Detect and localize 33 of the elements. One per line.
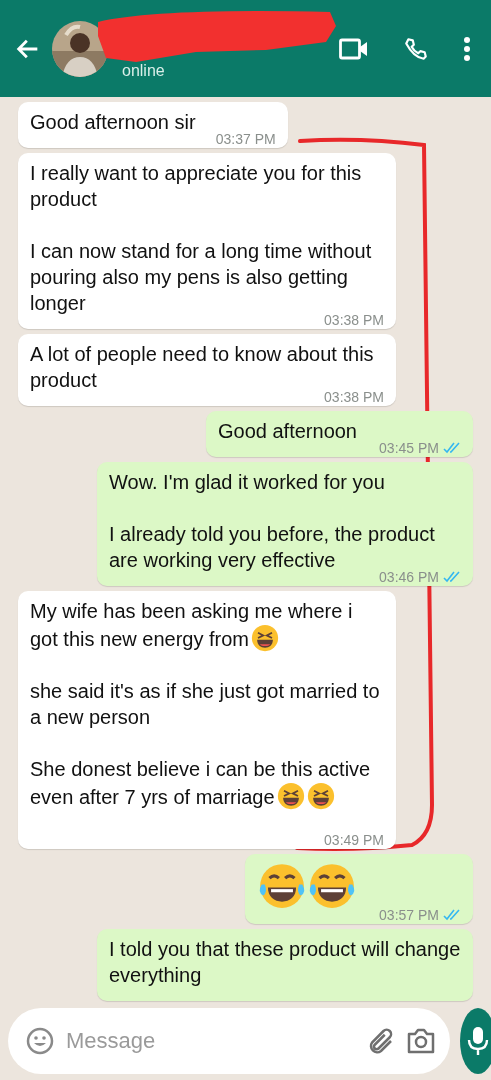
message-time: 03:37 PM [215,131,276,147]
contact-status: online [122,61,166,80]
message-text: Wow. I'm glad it worked for you [109,471,385,493]
message-time: 03:57 PM [379,907,439,923]
message-time: 03:46 PM [379,569,439,585]
emoji-icon[interactable] [26,1027,54,1055]
message-text: I really want to appreciate you for this product [30,162,362,210]
message-text: she said it's as if she just got married to a new person [30,680,380,728]
microphone-icon [466,1025,490,1057]
laughing-face-icon [276,782,305,810]
message-text: I told you that these product will change everything [109,938,461,986]
message-field[interactable]: Message [64,1027,356,1055]
camera-icon[interactable] [406,1027,436,1055]
message-text: Good afternoon [218,420,357,442]
message-time: 03:38 PM [324,312,384,328]
message-input[interactable]: Message [8,1008,450,1074]
double-check-icon [443,909,461,921]
tears-of-joy-face-icon [257,861,307,911]
message-text: My wife has been asking me where i got this new energy from [30,600,353,650]
message-time: 03:45 PM [379,440,439,456]
message-text: I can now stand for a long time without pouring also my pens is also getting longer [30,240,372,314]
message-text: A lot of people need to know about this product [30,343,374,391]
laughing-face-icon [306,782,335,810]
tears-of-joy-face-icon [307,861,357,911]
laughing-face-icon [251,624,279,652]
message-text: Good afternoon sir [30,111,196,133]
double-check-icon [443,442,461,454]
message-time: 03:49 PM [324,832,384,848]
message-text: She donest believe i can be this active even after 7 yrs of marriage [30,758,371,808]
message-text: I already told you before, the product are working very effective [109,523,435,571]
message-time: 03:38 PM [324,389,384,405]
microphone-button[interactable] [460,1008,491,1074]
double-check-icon [443,571,461,583]
